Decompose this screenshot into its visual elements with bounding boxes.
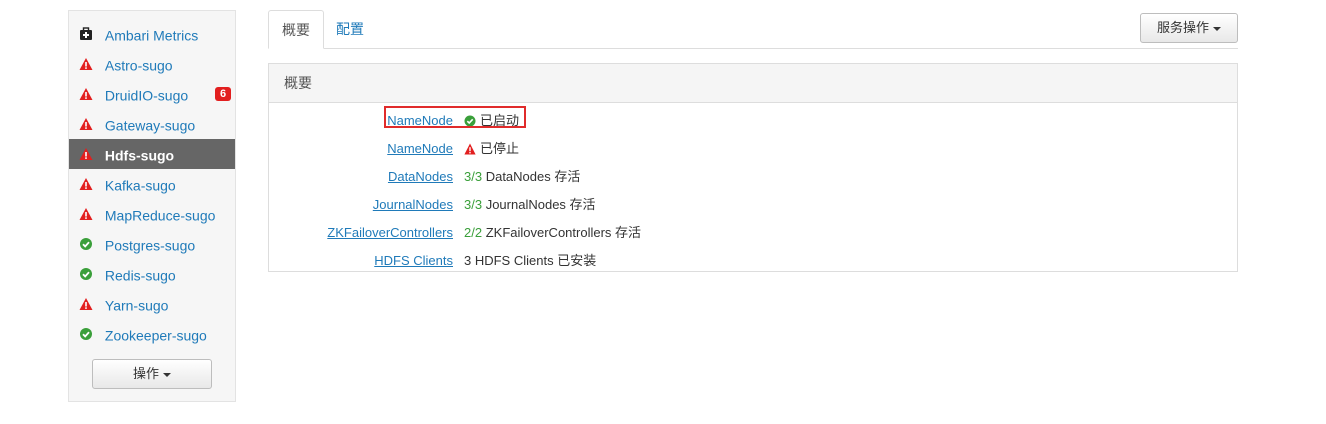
actions-button-label: 操作	[132, 366, 159, 381]
status-text: ZKFailoverControllers 存活	[485, 225, 642, 240]
service-item-label: Kafka-sugo	[104, 177, 176, 194]
component-link-journalnodes[interactable]: JournalNodes	[373, 191, 453, 219]
status-text: DataNodes 存活	[485, 169, 581, 184]
service-tabs: 概要 配置 服务操作	[268, 10, 1238, 49]
component-row: HDFS Clients 3 HDFS Clients 已安装	[269, 247, 1237, 275]
service-item-mapreduce[interactable]: MapReduce-sugo	[69, 199, 235, 229]
live-count: 3/3	[464, 169, 483, 184]
component-link-datanodes[interactable]: DataNodes	[388, 163, 453, 191]
component-row: NameNode 已停止	[269, 135, 1237, 163]
service-actions-dropdown-button[interactable]: 服务操作	[1140, 13, 1238, 43]
service-item-label: Gateway-sugo	[104, 117, 196, 134]
warning-icon	[79, 118, 93, 131]
status-text: 已停止	[480, 141, 520, 156]
service-item-ambari-metrics[interactable]: Ambari Metrics	[69, 19, 235, 49]
service-item-label: Zookeeper-sugo	[104, 327, 207, 344]
component-status: 已停止	[464, 135, 519, 163]
live-count: 2/2	[464, 225, 483, 240]
service-item-label: Yarn-sugo	[104, 297, 169, 314]
service-item-label: Postgres-sugo	[104, 237, 196, 254]
service-item-label: Redis-sugo	[104, 267, 176, 284]
service-actions-label: 服务操作	[1156, 20, 1209, 35]
highlight-box	[384, 106, 526, 128]
caret-down-icon	[1213, 26, 1221, 31]
service-item-druidio[interactable]: DruidIO-sugo 6	[69, 79, 235, 109]
service-item-label: MapReduce-sugo	[104, 207, 216, 224]
component-status: 3/3 DataNodes 存活	[464, 163, 580, 191]
warning-icon	[79, 208, 93, 221]
service-item-gateway[interactable]: Gateway-sugo	[69, 109, 235, 139]
component-status: 2/2 ZKFailoverControllers 存活	[464, 219, 641, 247]
warning-icon	[79, 88, 93, 101]
check-circle-icon	[80, 238, 92, 251]
service-item-label: Hdfs-sugo	[104, 147, 175, 164]
warning-icon	[464, 143, 476, 155]
alert-count-badge: 6	[215, 87, 231, 101]
caret-down-icon	[163, 372, 171, 377]
component-list: NameNode 已启动 NameNode 已停止 DataNodes 3/3 …	[269, 103, 1237, 275]
medkit-icon	[80, 27, 92, 41]
services-sidebar: Ambari Metrics Astro-sugo DruidIO-sugo 6…	[68, 10, 236, 402]
panel-title: 概要	[269, 64, 1237, 103]
service-item-label: DruidIO-sugo	[104, 87, 189, 104]
component-row: ZKFailoverControllers 2/2 ZKFailoverCont…	[269, 219, 1237, 247]
component-row: DataNodes 3/3 DataNodes 存活	[269, 163, 1237, 191]
tab-configs[interactable]: 配置	[323, 10, 377, 48]
check-circle-icon	[80, 268, 92, 281]
component-link-hdfs-clients[interactable]: HDFS Clients	[374, 247, 453, 275]
service-item-astro[interactable]: Astro-sugo	[69, 49, 235, 79]
component-link-zkfc[interactable]: ZKFailoverControllers	[327, 219, 453, 247]
service-item-hdfs[interactable]: Hdfs-sugo	[69, 139, 235, 169]
service-item-yarn[interactable]: Yarn-sugo	[69, 289, 235, 319]
component-link-namenode-standby[interactable]: NameNode	[387, 135, 453, 163]
service-item-redis[interactable]: Redis-sugo	[69, 259, 235, 289]
service-item-label: Ambari Metrics	[104, 27, 199, 44]
warning-icon	[79, 298, 93, 311]
summary-panel: 概要 NameNode 已启动 NameNode 已停止 DataNodes 3…	[268, 63, 1238, 272]
component-status: 3/3 JournalNodes 存活	[464, 191, 596, 219]
service-item-kafka[interactable]: Kafka-sugo	[69, 169, 235, 199]
service-item-label: Astro-sugo	[104, 57, 173, 74]
actions-dropdown-button[interactable]: 操作	[92, 359, 212, 389]
warning-icon	[79, 58, 93, 71]
component-row: JournalNodes 3/3 JournalNodes 存活	[269, 191, 1237, 219]
warning-icon	[79, 178, 93, 191]
status-text: 3 HDFS Clients 已安装	[464, 253, 597, 268]
service-item-zookeeper[interactable]: Zookeeper-sugo	[69, 319, 235, 349]
tab-summary[interactable]: 概要	[268, 10, 324, 49]
warning-icon	[79, 148, 93, 161]
live-count: 3/3	[464, 197, 483, 212]
status-text: JournalNodes 存活	[485, 197, 596, 212]
component-status: 3 HDFS Clients 已安装	[464, 247, 596, 275]
service-list: Ambari Metrics Astro-sugo DruidIO-sugo 6…	[69, 11, 235, 349]
service-item-postgres[interactable]: Postgres-sugo	[69, 229, 235, 259]
check-circle-icon	[80, 328, 92, 341]
